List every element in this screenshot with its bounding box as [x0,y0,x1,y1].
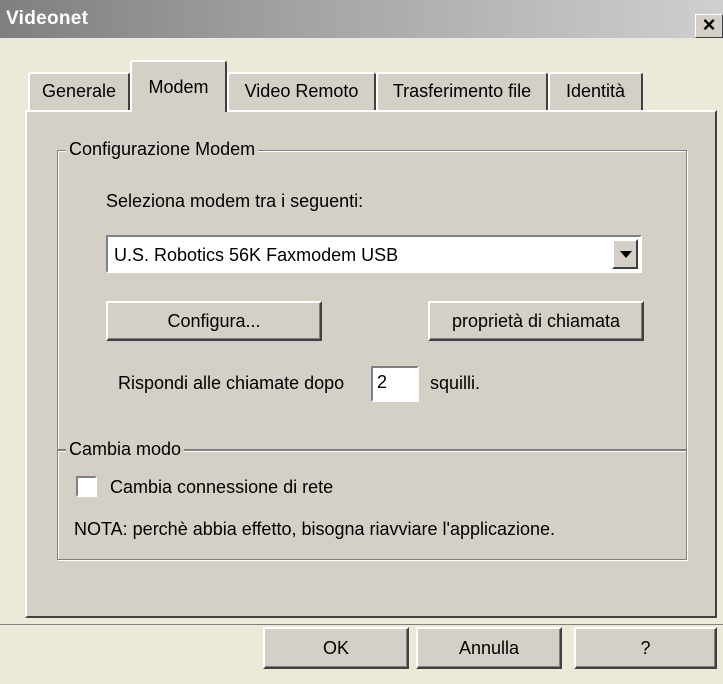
ok-button-label: OK [322,638,349,658]
rings-input[interactable]: 2 [371,366,419,402]
help-button-label: ? [640,638,651,658]
tab-label: Video Remoto [244,81,359,101]
select-modem-label: Seleziona modem tra i seguenti: [106,191,364,211]
tab-label: Trasferimento file [392,81,532,101]
cancel-button-label: Annulla [458,638,520,658]
network-connection-checkbox[interactable] [76,476,97,497]
call-properties-button[interactable]: proprietà di chiamata [428,301,644,341]
modem-tab-panel: Configurazione Modem Seleziona modem tra… [25,110,717,618]
tab-label: Modem [148,77,209,97]
help-button[interactable]: ? [574,627,717,669]
configure-button[interactable]: Configura... [106,301,322,341]
modem-select[interactable]: U.S. Robotics 56K Faxmodem USB [106,235,642,273]
call-properties-button-label: proprietà di chiamata [451,311,621,331]
window-title: Videonet [6,8,89,29]
tab-trasferimento-file[interactable]: Trasferimento file [376,72,548,110]
tab-modem[interactable]: Modem [130,60,227,112]
network-connection-label: Cambia connessione di rete [110,477,334,497]
modem-config-title: Configurazione Modem [66,139,259,160]
tab-label: Generale [41,81,117,101]
tab-video-remoto[interactable]: Video Remoto [227,72,376,110]
configure-button-label: Configura... [167,311,261,331]
change-mode-group: Cambia modo Cambia connessione di rete N… [57,439,687,560]
separator [0,624,723,625]
cancel-button[interactable]: Annulla [416,627,562,669]
restart-note: NOTA: perchè abbia effetto, bisogna riav… [74,519,556,539]
rings-suffix-label: squilli. [430,373,481,393]
tab-identita[interactable]: Identità [548,72,643,110]
change-mode-title: Cambia modo [66,439,185,460]
modem-config-group: Configurazione Modem Seleziona modem tra… [57,139,687,450]
answer-calls-label: Rispondi alle chiamate dopo [118,373,345,393]
ok-button[interactable]: OK [263,627,409,669]
chevron-down-icon[interactable] [612,239,638,269]
modem-select-value: U.S. Robotics 56K Faxmodem USB [114,245,399,265]
close-button[interactable]: × [695,14,723,38]
title-bar: Videonet × [0,0,723,38]
tab-generale[interactable]: Generale [28,72,130,110]
tab-label: Identità [565,81,626,101]
